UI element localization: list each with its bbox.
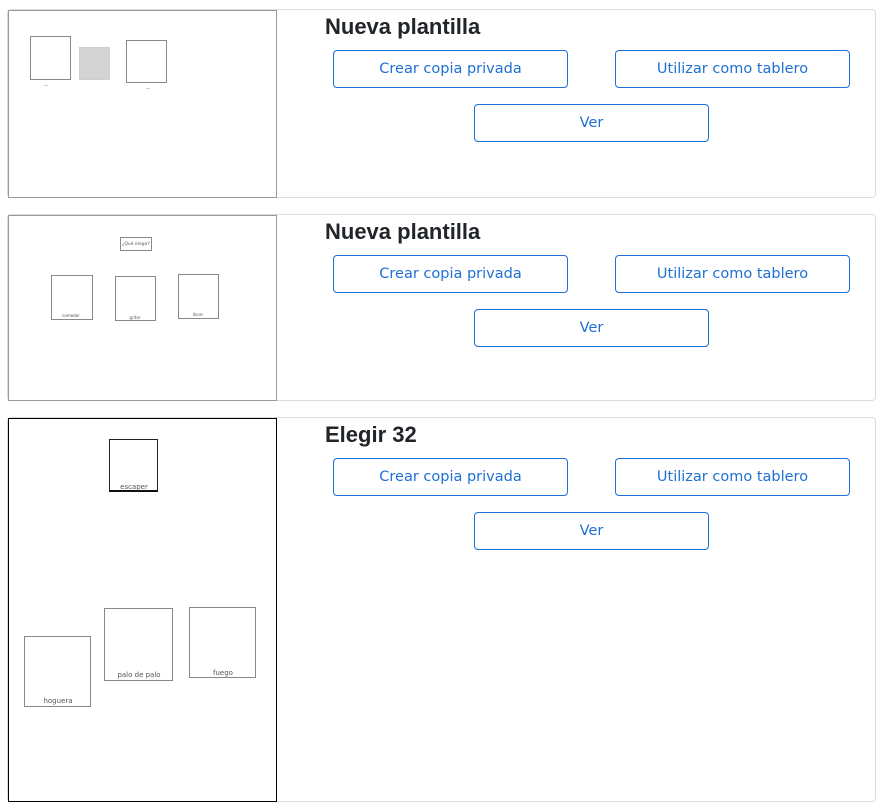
template-thumbnail[interactable]: ¿Qué elegir? comedor gritar llorar — [8, 215, 277, 401]
thumbnail-header: ¿Qué elegir? — [120, 237, 152, 251]
use-as-board-button[interactable]: Utilizar como tablero — [615, 50, 850, 88]
use-as-board-button[interactable]: Utilizar como tablero — [615, 458, 850, 496]
view-button[interactable]: Ver — [474, 309, 709, 347]
thumbnail-caption: fuego — [213, 669, 233, 677]
create-private-copy-button[interactable]: Crear copia privada — [333, 255, 568, 293]
template-title: Nueva plantilla — [325, 219, 481, 244]
template-card: ¿Qué elegir? comedor gritar llorar Nueva… — [7, 214, 876, 401]
thumbnail-caption: palo de palo — [117, 671, 161, 679]
thumbnail-caption: gritar — [129, 315, 141, 320]
thumbnail-caption: escaper — [120, 483, 148, 491]
template-title: Nueva plantilla — [325, 14, 481, 39]
thumbnail-caption: — — [44, 83, 48, 88]
view-button[interactable]: Ver — [474, 104, 709, 142]
thumbnail-tile — [189, 607, 256, 678]
thumbnail-tile-filled — [79, 47, 110, 80]
use-as-board-button[interactable]: Utilizar como tablero — [615, 255, 850, 293]
template-card: — — Nueva plantilla Crear copia privada … — [7, 9, 876, 198]
template-card: escaper hoguera palo de palo fuego Elegi… — [7, 417, 876, 802]
thumbnail-caption: hoguera — [43, 697, 73, 705]
thumbnail-caption: comedor — [62, 313, 80, 318]
template-title: Elegir 32 — [325, 422, 417, 447]
thumbnail-tile — [126, 40, 167, 83]
thumbnail-caption: — — [146, 86, 150, 91]
thumbnail-tile — [30, 36, 71, 80]
view-button[interactable]: Ver — [474, 512, 709, 550]
template-thumbnail[interactable]: — — — [8, 10, 277, 198]
create-private-copy-button[interactable]: Crear copia privada — [333, 458, 568, 496]
create-private-copy-button[interactable]: Crear copia privada — [333, 50, 568, 88]
template-thumbnail[interactable]: escaper hoguera palo de palo fuego — [8, 418, 277, 802]
thumbnail-caption: llorar — [192, 312, 204, 317]
